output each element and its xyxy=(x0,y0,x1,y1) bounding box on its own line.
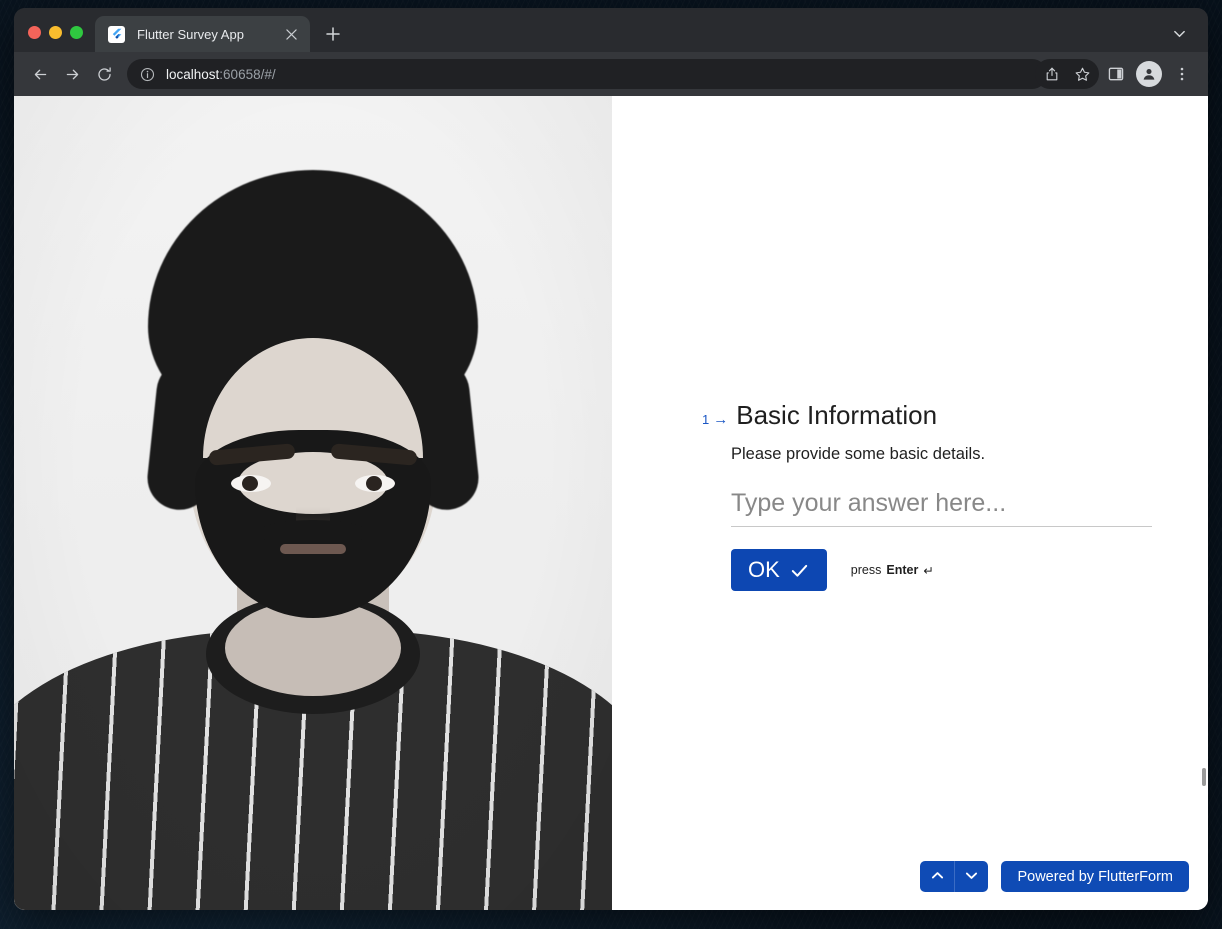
chevron-up-icon xyxy=(930,868,945,886)
window-traffic-lights xyxy=(14,26,83,52)
page-scrollbar[interactable] xyxy=(1202,768,1206,786)
close-tab-button[interactable] xyxy=(282,25,300,43)
arrow-left-icon[interactable] xyxy=(25,59,55,89)
omnibox-actions xyxy=(1035,59,1099,89)
ok-button-label: OK xyxy=(748,557,780,583)
scroll-nav-group xyxy=(920,861,989,892)
chevron-down-icon[interactable] xyxy=(1166,20,1192,46)
browser-window: Flutter Survey App localhost:60658/#/ 1 … xyxy=(14,8,1208,910)
maximize-window-button[interactable] xyxy=(70,26,83,39)
reload-icon[interactable] xyxy=(89,59,119,89)
toolbar-right-actions xyxy=(1101,59,1197,89)
info-circle-icon[interactable] xyxy=(139,66,155,82)
tab-list: Flutter Survey App xyxy=(95,16,348,52)
hint-prefix: press xyxy=(850,563,882,578)
chevron-down-icon xyxy=(964,868,979,886)
check-icon xyxy=(789,560,810,581)
ok-button[interactable]: OK xyxy=(731,549,827,592)
url-text: localhost:60658/#/ xyxy=(166,67,276,82)
url-path: :60658/#/ xyxy=(219,66,276,82)
portrait-photo xyxy=(14,96,612,910)
browser-tab[interactable]: Flutter Survey App xyxy=(95,16,310,52)
tab-title: Flutter Survey App xyxy=(137,26,244,42)
answer-input[interactable] xyxy=(731,489,1152,528)
address-bar[interactable]: localhost:60658/#/ xyxy=(127,59,1047,89)
question-number: 1 xyxy=(702,412,710,427)
close-window-button[interactable] xyxy=(28,26,41,39)
arrow-right-icon[interactable] xyxy=(57,59,87,89)
question-description: Please provide some basic details. xyxy=(731,445,986,464)
arrow-right-icon: → xyxy=(713,411,729,428)
submit-row: OK press Enter ↵ xyxy=(731,549,1154,592)
question-title: Basic Information xyxy=(736,400,938,430)
share-icon[interactable] xyxy=(1037,59,1067,89)
tab-strip: Flutter Survey App xyxy=(14,8,1208,52)
press-enter-hint: press Enter ↵ xyxy=(851,563,934,578)
browser-toolbar: localhost:60658/#/ xyxy=(14,52,1208,96)
hero-image xyxy=(14,96,612,910)
scroll-up-button[interactable] xyxy=(920,861,954,892)
question-heading: 1 → Basic Information xyxy=(702,400,1154,431)
url-host: localhost xyxy=(166,66,220,82)
survey-form-pane: 1 → Basic Information Please provide som… xyxy=(612,96,1208,910)
bottom-controls: Powered by FlutterForm xyxy=(920,861,1189,892)
enter-key-icon: ↵ xyxy=(923,563,934,578)
flutter-logo-icon xyxy=(108,25,125,43)
powered-by-button[interactable]: Powered by FlutterForm xyxy=(1001,861,1189,892)
side-panel-icon[interactable] xyxy=(1101,59,1131,89)
minimize-window-button[interactable] xyxy=(49,26,62,39)
question-block: 1 → Basic Information Please provide som… xyxy=(702,400,1154,592)
star-icon[interactable] xyxy=(1067,59,1097,89)
hint-key: Enter xyxy=(886,563,919,578)
page-viewport: 1 → Basic Information Please provide som… xyxy=(14,96,1208,910)
scroll-down-button[interactable] xyxy=(954,861,988,892)
three-dot-menu-icon[interactable] xyxy=(1167,59,1197,89)
new-tab-button[interactable] xyxy=(318,19,348,49)
person-avatar-icon[interactable] xyxy=(1136,61,1162,87)
